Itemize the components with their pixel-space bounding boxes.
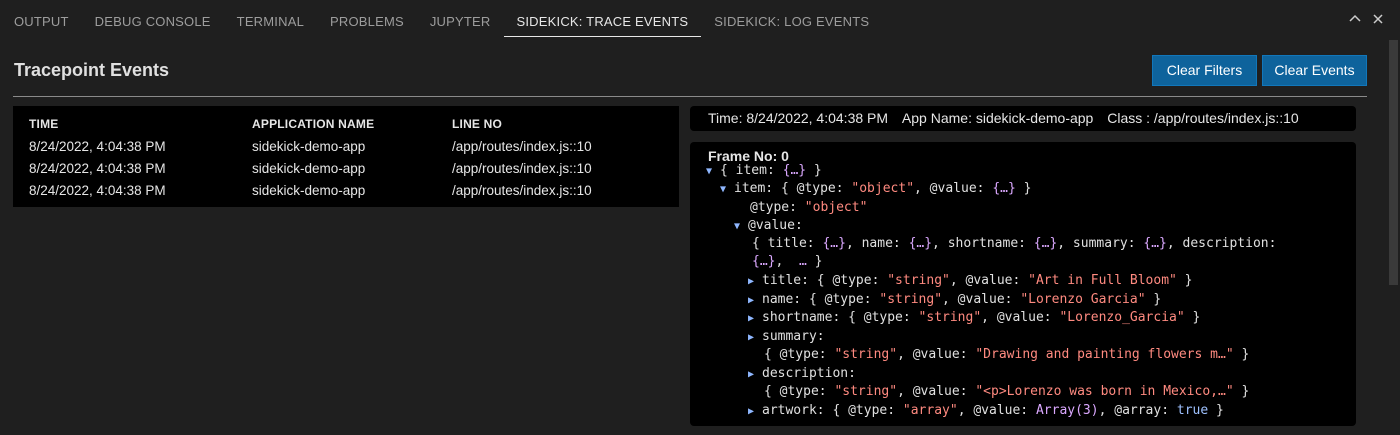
detail-app-name: App Name: sidekick-demo-app	[901, 110, 1094, 126]
tree-node-summary[interactable]: ▶ summary:	[748, 328, 825, 346]
detail-time: Time: 8/24/2022, 4:04:38 PM	[708, 110, 889, 126]
tree-node-shortname[interactable]: ▶ shortname: { @type: "string", @value: "…	[748, 309, 1200, 327]
tree-node-title[interactable]: ▶ title: { @type: "string", @value: "Art …	[748, 272, 1193, 290]
tree-line: @type: "object"	[750, 200, 868, 215]
events-table: TIME APPLICATION NAME LINE NO 8/24/2022,…	[13, 106, 679, 207]
tab-sidekick-log-events[interactable]: SIDEKICK: LOG EVENTS	[701, 0, 882, 36]
close-icon[interactable]	[1370, 12, 1386, 28]
tree-summary-line: { @type: "string", @value: "Drawing and …	[764, 346, 1249, 364]
tree-line: { @type: "string", @value: "<p>Lorenzo w…	[764, 384, 1250, 399]
tree-line: name: { @type: "string", @value: "Lorenz…	[762, 292, 1162, 307]
triangle-right-icon[interactable]: ▶	[748, 329, 762, 347]
table-row[interactable]: 8/24/2022, 4:04:38 PM sidekick-demo-app …	[13, 139, 679, 161]
tree-node-value[interactable]: ▼ @value:	[734, 217, 803, 235]
chevron-up-icon[interactable]	[1347, 12, 1363, 28]
tab-output[interactable]: OUTPUT	[0, 0, 82, 36]
cell-line-no: /app/routes/index.js::10	[452, 183, 592, 198]
tree-summary-line: { title: {…}, name: {…}, shortname: {…},…	[752, 235, 1276, 253]
tree-line: { item: {…} }	[720, 163, 822, 178]
tab-debug-console[interactable]: DEBUG CONSOLE	[82, 0, 224, 36]
tree-line: {…}, … }	[752, 254, 823, 269]
triangle-right-icon[interactable]: ▶	[748, 310, 762, 328]
triangle-right-icon[interactable]: ▶	[748, 366, 762, 384]
page-title: Tracepoint Events	[14, 60, 170, 80]
tree-line: shortname: { @type: "string", @value: "L…	[762, 310, 1201, 325]
tab-problems[interactable]: PROBLEMS	[317, 0, 417, 36]
tree-line: artwork: { @type: "array", @value: Array…	[762, 403, 1224, 418]
tree-node-type: @type: "object"	[750, 199, 867, 217]
triangle-down-icon[interactable]: ▼	[734, 218, 748, 236]
cell-application-name: sidekick-demo-app	[252, 139, 366, 154]
cell-line-no: /app/routes/index.js::10	[452, 139, 592, 154]
tree-summary-line: { @type: "string", @value: "<p>Lorenzo w…	[764, 383, 1249, 401]
column-header-time[interactable]: TIME	[29, 117, 58, 131]
tree-line: { @type: "string", @value: "Drawing and …	[764, 347, 1250, 362]
tree-line: item: { @type: "object", @value: {…} }	[734, 181, 1032, 196]
cell-time: 8/24/2022, 4:04:38 PM	[29, 183, 166, 198]
cell-line-no: /app/routes/index.js::10	[452, 161, 592, 176]
tab-sidekick-trace-events[interactable]: SIDEKICK: TRACE EVENTS	[503, 0, 702, 37]
triangle-right-icon[interactable]: ▶	[748, 403, 762, 421]
tab-jupyter[interactable]: JUPYTER	[417, 0, 504, 36]
divider	[13, 96, 1367, 97]
cell-time: 8/24/2022, 4:04:38 PM	[29, 161, 166, 176]
triangle-down-icon[interactable]: ▼	[720, 181, 734, 199]
tree-node-name[interactable]: ▶ name: { @type: "string", @value: "Loren…	[748, 291, 1161, 309]
column-header-line-no[interactable]: LINE NO	[452, 117, 502, 131]
event-detail-header: Time: 8/24/2022, 4:04:38 PM App Name: si…	[690, 106, 1356, 131]
cell-application-name: sidekick-demo-app	[252, 183, 366, 198]
triangle-right-icon[interactable]: ▶	[748, 292, 762, 310]
panel-tabs: OUTPUT DEBUG CONSOLE TERMINAL PROBLEMS J…	[0, 0, 1400, 40]
cell-time: 8/24/2022, 4:04:38 PM	[29, 139, 166, 154]
table-row[interactable]: 8/24/2022, 4:04:38 PM sidekick-demo-app …	[13, 161, 679, 183]
column-header-application-name[interactable]: APPLICATION NAME	[252, 117, 374, 131]
tree-line: title: { @type: "string", @value: "Art i…	[762, 273, 1193, 288]
table-row[interactable]: 8/24/2022, 4:04:38 PM sidekick-demo-app …	[13, 183, 679, 205]
tree-line: { title: {…}, name: {…}, shortname: {…},…	[752, 236, 1277, 251]
triangle-down-icon[interactable]: ▼	[706, 163, 720, 181]
tree-node-artwork[interactable]: ▶ artwork: { @type: "array", @value: Arra…	[748, 402, 1224, 420]
tree-node-description[interactable]: ▶ description:	[748, 365, 856, 383]
frame-panel: Frame No: 0 ▼{ item: {…} } ▼ item: { @typ…	[690, 142, 1356, 426]
tab-terminal[interactable]: TERMINAL	[224, 0, 317, 36]
cell-application-name: sidekick-demo-app	[252, 161, 366, 176]
tree-line: description:	[762, 366, 856, 381]
triangle-right-icon[interactable]: ▶	[748, 273, 762, 291]
tree-summary-line: {…}, … }	[752, 253, 822, 271]
tree-line: @value:	[748, 218, 803, 233]
clear-filters-button[interactable]: Clear Filters	[1152, 55, 1257, 86]
tree-line: summary:	[762, 329, 825, 344]
tree-node-root[interactable]: ▼{ item: {…} }	[706, 162, 822, 180]
clear-events-button[interactable]: Clear Events	[1262, 55, 1367, 86]
scrollbar[interactable]	[1389, 40, 1398, 285]
detail-class: Class : /app/routes/index.js::10	[1107, 110, 1299, 126]
tree-node-item[interactable]: ▼ item: { @type: "object", @value: {…} }	[720, 180, 1031, 198]
